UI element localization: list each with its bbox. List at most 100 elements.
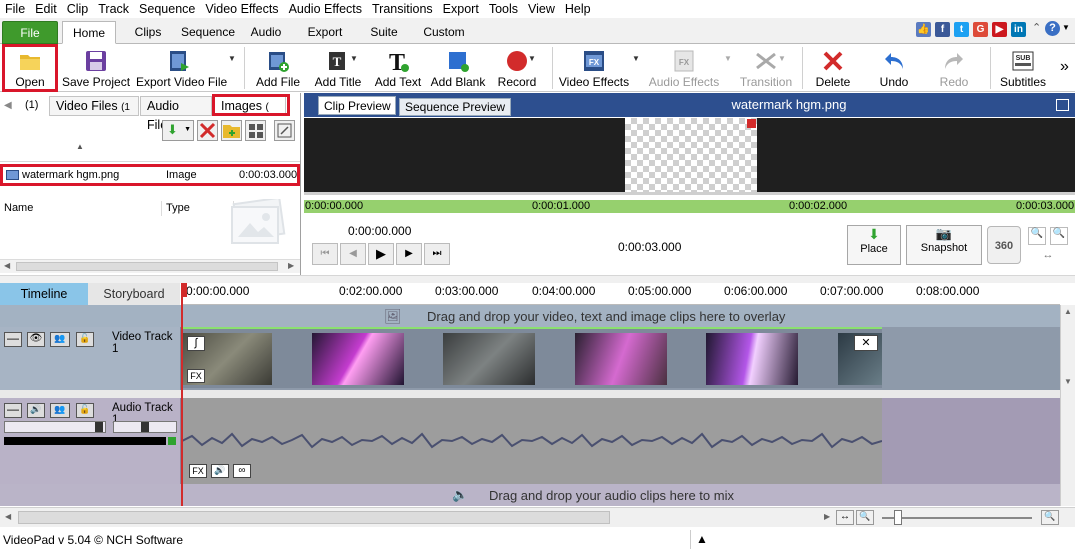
tab-clips[interactable]: Clips (128, 21, 168, 44)
collapse-track-icon[interactable]: — (4, 332, 22, 347)
skip-start-button[interactable]: ⏮ (312, 243, 338, 265)
step-back-button[interactable]: ◀ (340, 243, 366, 265)
horizontal-scrollbar[interactable]: ◀ ▶ (0, 259, 300, 273)
scroll-up-icon[interactable]: ▲ (1064, 307, 1072, 316)
new-bin-button[interactable] (221, 120, 242, 141)
tab-video-files[interactable]: Video Files (1 (49, 96, 139, 116)
delete-button[interactable]: Delete (810, 44, 856, 92)
facebook-icon[interactable]: f (935, 22, 950, 37)
snapshot-button[interactable]: 📷 Snapshot (906, 225, 982, 265)
redo-button[interactable]: Redo (932, 44, 976, 92)
fade-in-icon[interactable]: ∫ (187, 336, 205, 351)
group-icon[interactable]: 👥 (50, 403, 70, 418)
tab-storyboard[interactable]: Storyboard (88, 283, 180, 305)
track-vertical-scrollbar[interactable]: ▲ ▼ (1060, 305, 1075, 506)
save-project-button[interactable]: Save Project (62, 44, 130, 92)
scroll-down-icon[interactable]: ▼ (1064, 377, 1072, 386)
youtube-icon[interactable]: ▶ (992, 22, 1007, 37)
toolbar-overflow-icon[interactable]: » (1060, 58, 1069, 76)
tab-file[interactable]: File (2, 21, 58, 44)
skip-end-button[interactable]: ⏭ (424, 243, 450, 265)
transition-dropdown-icon[interactable]: ▼ (778, 54, 786, 63)
volume-slider[interactable] (4, 421, 106, 433)
tab-home[interactable]: Home (62, 21, 116, 44)
audio-clip[interactable]: FX 🔊 ∞ (182, 398, 882, 484)
collapse-track-icon[interactable]: — (4, 403, 22, 418)
video-effects-button[interactable]: FX Video Effects (558, 44, 630, 92)
pan-slider[interactable] (113, 421, 177, 433)
overlay-track[interactable]: 🖼 Drag and drop your video, text and ima… (0, 305, 1060, 327)
audio-fx-icon[interactable]: FX (189, 464, 207, 478)
like-icon[interactable]: 👍 (916, 22, 931, 37)
tab-export[interactable]: Export (302, 21, 348, 44)
fit-timeline-icon[interactable]: ↔ (836, 510, 854, 525)
column-name[interactable]: Name (4, 201, 162, 216)
fit-width-icon[interactable]: ↔ (1028, 249, 1068, 265)
menu-track[interactable]: Track (93, 0, 134, 18)
menu-sequence[interactable]: Sequence (134, 0, 200, 18)
add-file-button[interactable]: Add File (254, 44, 302, 92)
export-video-file-button[interactable]: Export Video File (136, 44, 227, 92)
lock-icon[interactable]: 🔓 (76, 332, 94, 347)
media-tab-prev-icon[interactable]: ◀ (4, 100, 12, 111)
linkedin-icon[interactable]: in (1011, 22, 1026, 37)
tab-audio[interactable]: Audio (246, 21, 286, 44)
tab-suite[interactable]: Suite (364, 21, 404, 44)
transition-button[interactable]: Transition (738, 44, 794, 92)
tab-audio-files[interactable]: Audio Files (140, 96, 212, 132)
preview-ruler[interactable]: 0:00:00.000 0:00:01.000 0:00:02.000 0:00… (304, 200, 1075, 213)
video-effects-dropdown-icon[interactable]: ▼ (632, 54, 640, 63)
lock-icon[interactable]: 🔓 (76, 403, 94, 418)
menu-help[interactable]: Help (560, 0, 596, 18)
add-text-button[interactable]: T Add Text (372, 44, 424, 92)
transition-icon[interactable]: ✕ (854, 335, 878, 351)
tab-timeline[interactable]: Timeline (0, 283, 88, 305)
audio-effects-button[interactable]: FX Audio Effects (648, 44, 720, 92)
audio-volume-icon[interactable]: 🔊 (211, 464, 229, 478)
menu-export[interactable]: Export (438, 0, 484, 18)
export-dropdown-icon[interactable]: ▼ (228, 54, 236, 63)
three-sixty-button[interactable]: 360 (987, 226, 1021, 264)
audio-mix-track[interactable]: 🔈 Drag and drop your audio clips here to… (0, 484, 1060, 506)
menu-view[interactable]: View (523, 0, 560, 18)
group-icon[interactable]: 👥 (50, 332, 70, 347)
speaker-icon[interactable]: 🔊 (27, 403, 45, 418)
pan-thumb[interactable] (141, 422, 149, 432)
menu-transitions[interactable]: Transitions (367, 0, 438, 18)
undo-button[interactable]: Undo (872, 44, 916, 92)
thumbnail-view-button[interactable] (245, 120, 266, 141)
tab-custom[interactable]: Custom (418, 21, 470, 44)
scroll-thumb[interactable] (16, 262, 278, 271)
zoom-slider[interactable] (882, 517, 1032, 519)
playhead[interactable] (181, 283, 183, 506)
tab-sequence-preview[interactable]: Sequence Preview (399, 98, 511, 116)
place-button[interactable]: ⬇ Place (847, 225, 901, 265)
audio-effects-dropdown-icon[interactable]: ▼ (724, 54, 732, 63)
menu-audio-effects[interactable]: Audio Effects (284, 0, 367, 18)
zoom-out-icon[interactable]: 🔍 (856, 510, 874, 525)
volume-thumb[interactable] (95, 422, 103, 432)
video-clip-strip[interactable]: ∫ FX ✕ (182, 327, 882, 388)
google-plus-icon[interactable]: G (973, 22, 988, 37)
eye-icon[interactable]: 👁 (27, 332, 45, 347)
preview-video-area[interactable] (304, 118, 1075, 192)
column-type[interactable]: Type (166, 201, 234, 216)
add-title-button[interactable]: T Add Title (312, 44, 364, 92)
track-splitter[interactable] (0, 390, 1060, 398)
scroll-left-icon[interactable]: ◀ (5, 512, 11, 521)
scroll-left-icon[interactable]: ◀ (4, 261, 10, 270)
import-dropdown-button[interactable]: ⬇ ▼ (162, 120, 194, 141)
menu-tools[interactable]: Tools (484, 0, 523, 18)
detach-preview-icon[interactable] (1056, 99, 1069, 111)
twitter-icon[interactable]: t (954, 22, 969, 37)
menu-clip[interactable]: Clip (62, 0, 94, 18)
menu-file[interactable]: File (0, 0, 30, 18)
resize-panel-button[interactable] (274, 120, 295, 141)
zoom-slider-thumb[interactable] (894, 510, 902, 525)
record-dropdown-icon[interactable]: ▼ (528, 54, 536, 63)
menu-video-effects[interactable]: Video Effects (200, 0, 283, 18)
menu-edit[interactable]: Edit (30, 0, 62, 18)
help-dropdown-icon[interactable]: ▼ (1062, 23, 1070, 32)
collapse-ribbon-icon[interactable]: ⌃ (1032, 21, 1041, 34)
status-expand-icon[interactable]: ▲ (696, 532, 708, 546)
